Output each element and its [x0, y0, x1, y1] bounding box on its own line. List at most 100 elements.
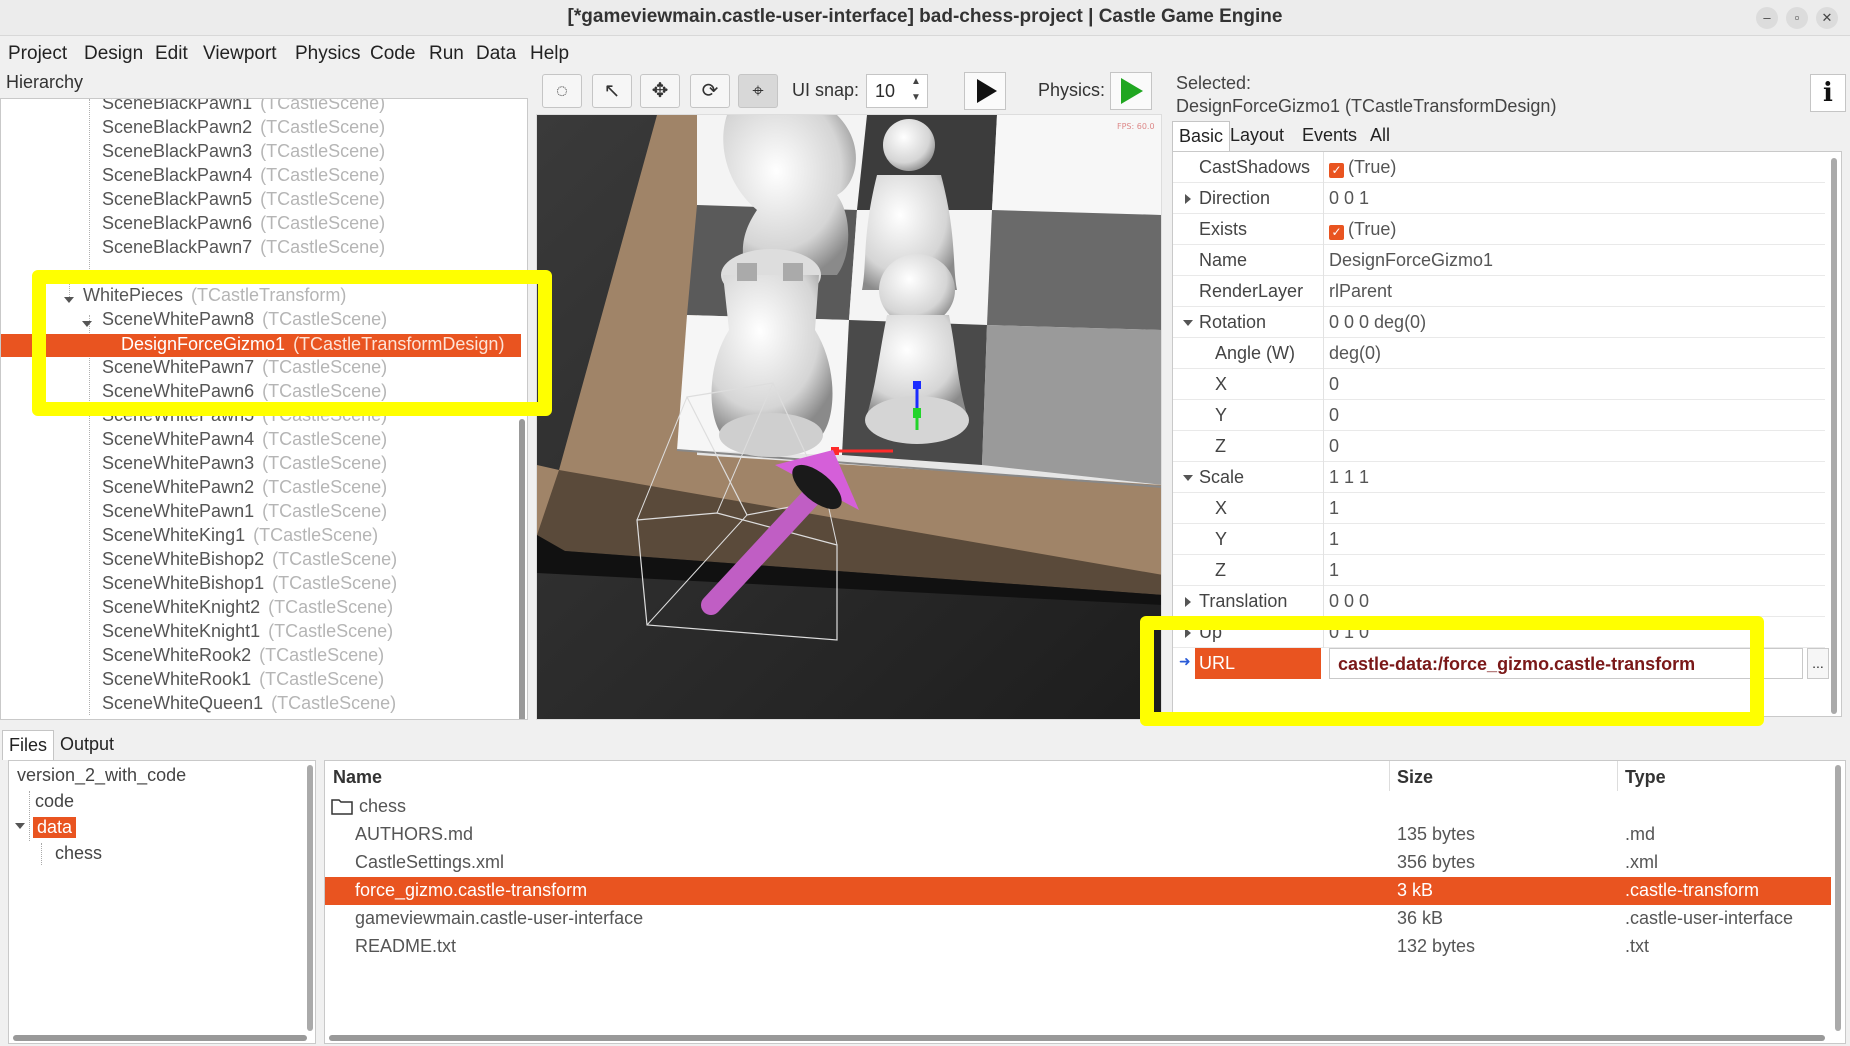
- tree-item-data-selected[interactable]: data: [33, 817, 77, 838]
- checkbox-icon[interactable]: ✓: [1329, 225, 1344, 240]
- file-row[interactable]: AUTHORS.md 135 bytes .md: [325, 821, 1831, 849]
- inspector-scrollbar[interactable]: [1831, 158, 1837, 714]
- tree-item-root[interactable]: version_2_with_code: [17, 765, 186, 786]
- selected-info: Selected: DesignForceGizmo1 (TCastleTran…: [1176, 72, 1556, 118]
- tree-item[interactable]: SceneBlackPawn7 (TCastleScene): [1, 237, 521, 261]
- info-button[interactable]: i: [1810, 74, 1846, 112]
- prop-renderlayer[interactable]: RenderLayer rlParent: [1173, 276, 1825, 307]
- tree-scrollbar[interactable]: [13, 1035, 307, 1041]
- tree-item[interactable]: SceneBlackPawn3 (TCastleScene): [1, 141, 521, 165]
- title-bar: [*gameviewmain.castle-user-interface] ba…: [0, 0, 1850, 36]
- prop-rotation-z[interactable]: Z0: [1173, 431, 1825, 462]
- menu-design[interactable]: Design: [84, 43, 143, 65]
- tab-all[interactable]: All: [1364, 121, 1396, 151]
- column-type[interactable]: Type: [1625, 767, 1666, 788]
- tree-item[interactable]: SceneWhiteRook2 (TCastleScene): [1, 645, 521, 669]
- minimize-icon[interactable]: –: [1756, 7, 1778, 29]
- tree-item-code[interactable]: code: [35, 791, 74, 812]
- prop-scale-z[interactable]: Z1: [1173, 555, 1825, 586]
- tree-item-chess[interactable]: chess: [55, 843, 102, 864]
- files-vscrollbar[interactable]: [1835, 765, 1841, 1031]
- menu-code[interactable]: Code: [370, 43, 415, 65]
- tree-item[interactable]: SceneWhiteBishop2 (TCastleScene): [1, 549, 521, 573]
- tree-item[interactable]: SceneWhitePawn2 (TCastleScene): [1, 477, 521, 501]
- tree-item[interactable]: SceneWhiteBishop1 (TCastleScene): [1, 573, 521, 597]
- physics-play-button[interactable]: [1110, 72, 1152, 110]
- prop-scale-y[interactable]: Y1: [1173, 524, 1825, 555]
- highlight-box-url: [1140, 616, 1764, 726]
- prop-rotation-x[interactable]: X0: [1173, 369, 1825, 400]
- menu-run[interactable]: Run: [429, 43, 464, 65]
- expand-arrow-icon: [1185, 597, 1191, 607]
- tree-item[interactable]: SceneWhiteRook1 (TCastleScene): [1, 669, 521, 693]
- tab-basic[interactable]: Basic: [1172, 121, 1231, 151]
- prop-scale[interactable]: Scale 1 1 1: [1173, 462, 1825, 493]
- file-row[interactable]: README.txt 132 bytes .txt: [325, 933, 1831, 961]
- tree-item[interactable]: SceneWhiteKing1 (TCastleScene): [1, 525, 521, 549]
- tab-output[interactable]: Output: [54, 730, 120, 760]
- ui-snap-stepper[interactable]: ▲ ▼: [905, 74, 927, 108]
- tab-events[interactable]: Events: [1296, 121, 1363, 151]
- prop-translation[interactable]: Translation 0 0 0: [1173, 586, 1825, 617]
- tree-item[interactable]: SceneBlackPawn6 (TCastleScene): [1, 213, 521, 237]
- tree-item[interactable]: SceneBlackPawn1 (TCastleScene): [1, 99, 521, 117]
- scale-icon[interactable]: ⌖: [738, 74, 778, 108]
- folder-icon: [331, 799, 353, 815]
- menu-physics[interactable]: Physics: [295, 43, 360, 65]
- tree-item[interactable]: SceneWhitePawn3 (TCastleScene): [1, 453, 521, 477]
- menu-viewport[interactable]: Viewport: [203, 43, 277, 65]
- file-row-selected[interactable]: force_gizmo.castle-transform 3 kB .castle-…: [325, 877, 1831, 905]
- files-tree: version_2_with_code code data chess: [8, 760, 316, 1044]
- collapse-arrow-icon: [1183, 475, 1193, 481]
- folder-row[interactable]: chess: [325, 793, 1831, 821]
- checkbox-icon[interactable]: ✓: [1329, 163, 1344, 178]
- chess-scene-render: FPS: 60.0: [537, 115, 1161, 719]
- tree-vscrollbar[interactable]: [307, 765, 313, 1031]
- prop-exists[interactable]: Exists ✓ (True): [1173, 214, 1825, 245]
- rotate-icon[interactable]: ⟳: [690, 74, 730, 108]
- ui-snap-label: UI snap:: [792, 80, 860, 100]
- hierarchy-scrollbar[interactable]: [519, 419, 525, 719]
- fps-readout: FPS: 60.0: [1117, 122, 1155, 131]
- menu-project[interactable]: Project: [8, 43, 67, 65]
- file-row[interactable]: CastleSettings.xml 356 bytes .xml: [325, 849, 1831, 877]
- column-size[interactable]: Size: [1397, 767, 1433, 788]
- tree-item[interactable]: SceneWhiteKnight2 (TCastleScene): [1, 597, 521, 621]
- physics-play-icon: [1121, 78, 1143, 104]
- select-arrow-icon[interactable]: ↖: [592, 74, 632, 108]
- tree-item[interactable]: SceneBlackPawn2 (TCastleScene): [1, 117, 521, 141]
- menu-data[interactable]: Data: [476, 43, 516, 65]
- tree-item[interactable]: SceneBlackPawn4 (TCastleScene): [1, 165, 521, 189]
- prop-castshadows[interactable]: CastShadows ✓ (True): [1173, 152, 1825, 183]
- menu-edit[interactable]: Edit: [155, 43, 188, 65]
- play-button[interactable]: [964, 72, 1006, 110]
- prop-direction[interactable]: Direction 0 0 1: [1173, 183, 1825, 214]
- tree-item[interactable]: SceneWhiteQueen1 (TCastleScene): [1, 693, 521, 717]
- window-title: [*gameviewmain.castle-user-interface] ba…: [567, 6, 1283, 27]
- viewport-3d[interactable]: FPS: 60.0: [536, 114, 1162, 720]
- maximize-icon[interactable]: ▫: [1786, 7, 1808, 29]
- selected-label: Selected:: [1176, 73, 1252, 93]
- physics-label: Physics:: [1038, 80, 1106, 100]
- prop-rotation[interactable]: Rotation 0 0 0 deg(0): [1173, 307, 1825, 338]
- tree-item[interactable]: SceneWhitePawn4 (TCastleScene): [1, 429, 521, 453]
- tab-files[interactable]: Files: [2, 730, 55, 760]
- prop-rotation-y[interactable]: Y0: [1173, 400, 1825, 431]
- tree-item[interactable]: SceneWhitePawn1 (TCastleScene): [1, 501, 521, 525]
- file-row[interactable]: gameviewmain.castle-user-interface 36 kB.…: [325, 905, 1831, 933]
- menu-bar: Project Design Edit Viewport Physics Cod…: [0, 37, 1850, 69]
- tree-item[interactable]: SceneBlackPawn5 (TCastleScene): [1, 189, 521, 213]
- eye-icon[interactable]: ◌: [542, 74, 582, 108]
- url-browse-button[interactable]: ...: [1807, 648, 1829, 679]
- menu-help[interactable]: Help: [530, 43, 569, 65]
- tab-layout[interactable]: Layout: [1224, 121, 1290, 151]
- prop-scale-x[interactable]: X1: [1173, 493, 1825, 524]
- files-scrollbar[interactable]: [329, 1035, 1825, 1041]
- expand-arrow-icon[interactable]: [15, 823, 25, 829]
- prop-name[interactable]: Name DesignForceGizmo1: [1173, 245, 1825, 276]
- close-icon[interactable]: ✕: [1816, 7, 1838, 29]
- column-name[interactable]: Name: [333, 767, 382, 788]
- tree-item[interactable]: SceneWhiteKnight1 (TCastleScene): [1, 621, 521, 645]
- prop-angle[interactable]: Angle (W) deg(0): [1173, 338, 1825, 369]
- move-icon[interactable]: ✥: [640, 74, 680, 108]
